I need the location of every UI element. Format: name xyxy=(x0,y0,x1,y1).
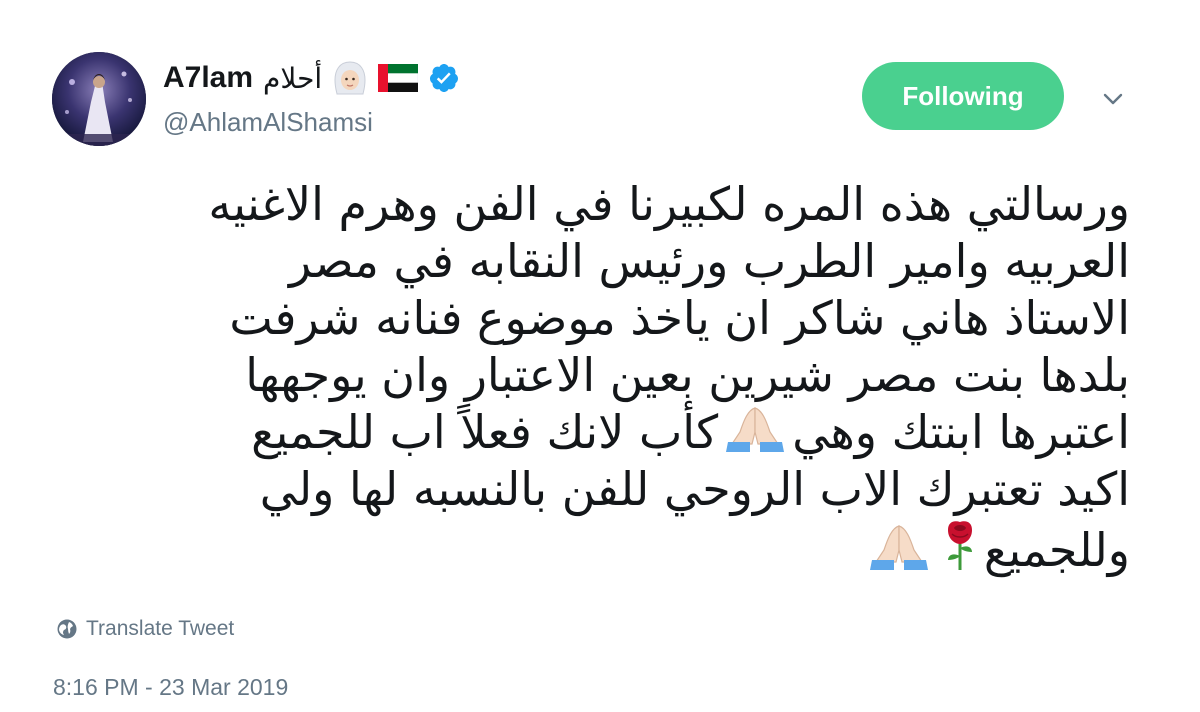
translate-label: Translate Tweet xyxy=(86,617,235,640)
chevron-down-icon[interactable] xyxy=(1098,86,1128,112)
translate-tweet-link[interactable]: Translate Tweet xyxy=(56,617,234,641)
display-name-arabic[interactable]: أحلام xyxy=(263,62,322,95)
tweet-line-with-emoji: اعتبرها ابنتك وهي كأب لانك فعلاً اب للجم… xyxy=(90,404,1130,461)
tweet-text: ورسالتي هذه المره لكبيرنا في الفن وهرم ا… xyxy=(90,176,1130,577)
globe-icon xyxy=(57,619,77,639)
tweet-card: A7lam أحلام @AhlamAlShamsi Following ورس… xyxy=(0,0,1200,712)
display-name-latin[interactable]: A7lam xyxy=(163,61,253,95)
tweet-line: العربيه وامير الطرب ورئيس النقابه في مصر xyxy=(289,234,1130,288)
tweet-line: الاستاذ هاني شاكر ان ياخذ موضوع فنانه شر… xyxy=(229,291,1130,345)
avatar[interactable] xyxy=(52,52,146,146)
tweet-line: ورسالتي هذه المره لكبيرنا في الفن وهرم ا… xyxy=(208,177,1130,231)
uae-flag-icon xyxy=(378,64,419,92)
tweet-line-with-emoji: وللجميع xyxy=(90,518,1130,577)
tweet-line-part: كأب لانك فعلاً اب للجميع xyxy=(251,405,719,459)
praying-hands-icon xyxy=(726,407,785,452)
following-button[interactable]: Following xyxy=(862,62,1064,130)
tweet-line-part: اعتبرها ابنتك وهي xyxy=(792,405,1130,459)
name-row: A7lam أحلام xyxy=(163,56,460,100)
verified-badge-icon xyxy=(430,64,459,92)
timestamp[interactable]: 8:16 PM - 23 Mar 2019 xyxy=(53,674,288,701)
praying-hands-icon xyxy=(869,525,928,570)
user-handle[interactable]: @AhlamAlShamsi xyxy=(163,107,373,138)
rose-icon xyxy=(947,521,972,570)
tweet-line: اكيد تعتبرك الاب الروحي للفن بالنسبه لها… xyxy=(259,462,1130,516)
avatar-image xyxy=(52,52,146,146)
tweet-line-part: وللجميع xyxy=(983,523,1130,577)
tweet-line: بلدها بنت مصر شيرين بعين الاعتبار وان يو… xyxy=(245,348,1130,402)
woman-veil-emoji-icon xyxy=(334,61,366,95)
